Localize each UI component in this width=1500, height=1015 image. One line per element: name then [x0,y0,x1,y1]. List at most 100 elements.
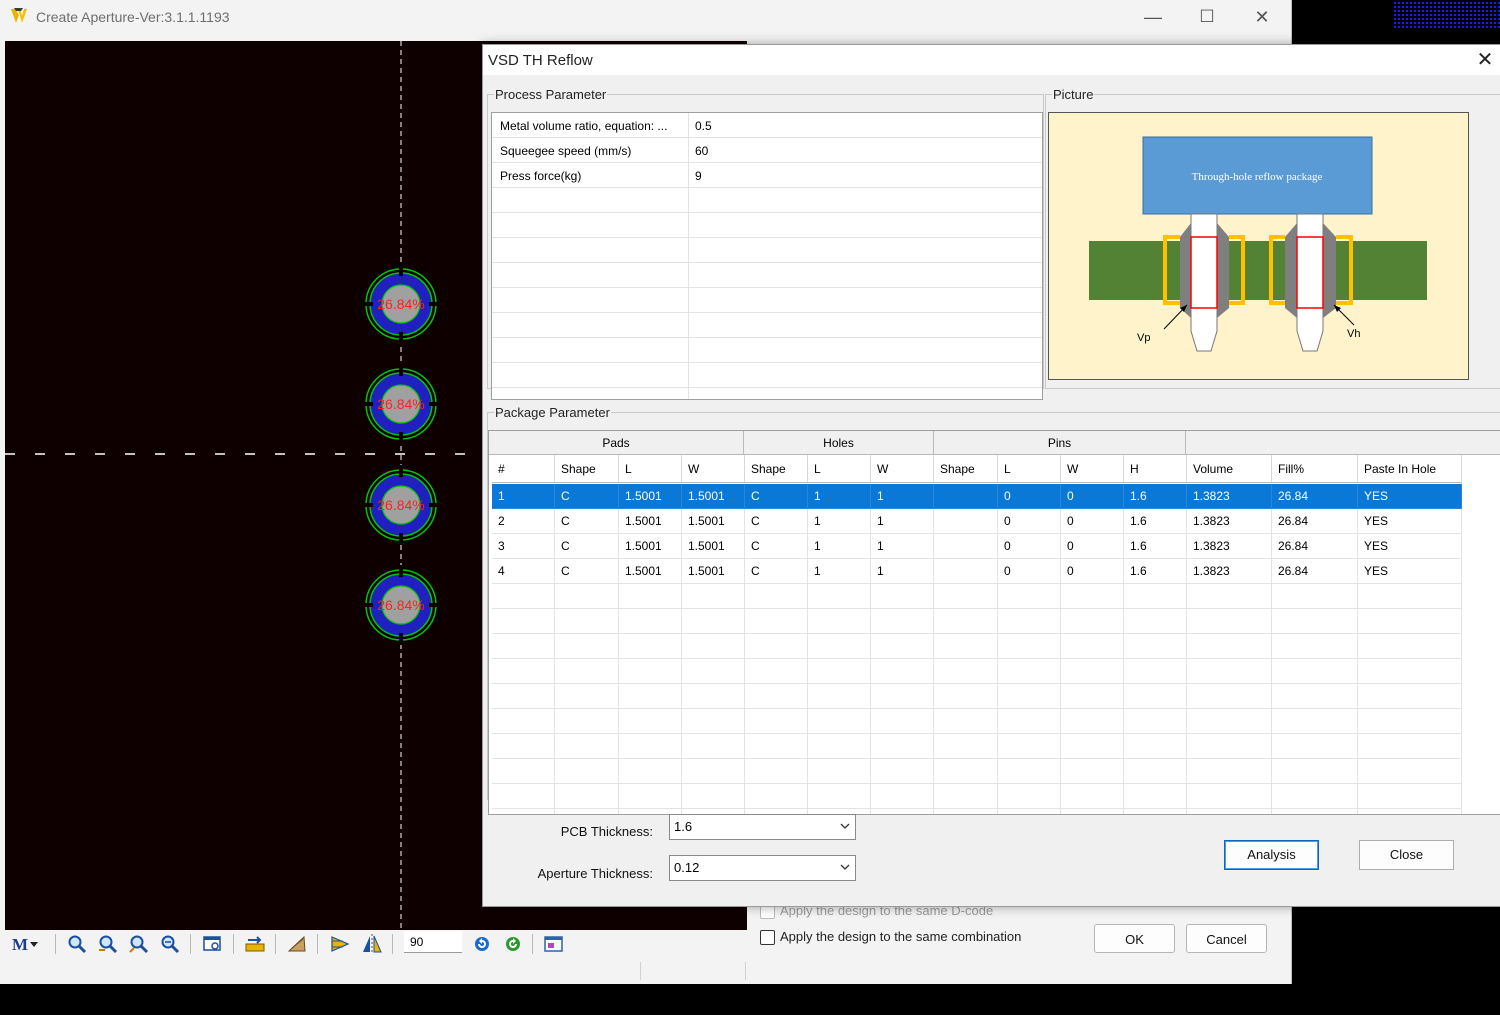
cell-pin-shape[interactable] [934,634,998,659]
cell-pad-w[interactable] [682,709,745,734]
cell-fill-percent[interactable] [1272,759,1358,784]
minimize-button[interactable]: — [1141,6,1165,28]
cell-hole-shape[interactable] [745,634,808,659]
cell-index[interactable]: 4 [492,559,555,584]
cell-hole-w[interactable] [871,584,934,609]
cell-volume[interactable] [1187,759,1272,784]
maximize-button[interactable]: ☐ [1195,6,1219,28]
dialog-close-icon[interactable]: ✕ [1473,48,1497,72]
cell-hole-l[interactable] [808,634,871,659]
layer-window-icon[interactable] [543,934,565,954]
cell-pin-h[interactable] [1124,634,1187,659]
cell-fill-percent[interactable]: 26.84 [1272,484,1358,509]
view-window-icon[interactable] [202,934,224,954]
cell-pad-shape[interactable] [555,734,619,759]
cell-pin-shape[interactable] [934,584,998,609]
empty-row[interactable] [492,734,1462,759]
cell-fill-percent[interactable] [1272,634,1358,659]
empty-row[interactable] [492,659,1462,684]
empty-row[interactable] [492,784,1462,809]
column-header-volume[interactable]: Volume [1187,455,1272,483]
cell-pad-w[interactable] [682,634,745,659]
cell-hole-l[interactable]: 1 [808,559,871,584]
cell-fill-percent[interactable] [1272,684,1358,709]
empty-row[interactable] [492,709,1462,734]
cell-index[interactable]: 1 [492,484,555,509]
cell-pad-shape[interactable] [555,759,619,784]
cell-pin-w[interactable] [1061,584,1124,609]
aperture-pad[interactable]: 26.84% [361,465,441,545]
cell-hole-l[interactable] [808,709,871,734]
cell-index[interactable]: 3 [492,534,555,559]
cell-fill-percent[interactable]: 26.84 [1272,534,1358,559]
cell-hole-shape[interactable]: C [745,509,808,534]
cell-pin-h[interactable]: 1.6 [1124,559,1187,584]
cell-paste-in-hole[interactable] [1358,659,1462,684]
cell-hole-shape[interactable]: C [745,534,808,559]
cell-hole-l[interactable] [808,584,871,609]
cell-pin-l[interactable]: 0 [998,559,1061,584]
cell-hole-l[interactable]: 1 [808,509,871,534]
cell-pin-shape[interactable] [934,509,998,534]
cell-pad-l[interactable]: 1.5001 [619,559,682,584]
cell-hole-l[interactable] [808,609,871,634]
cell-paste-in-hole[interactable] [1358,584,1462,609]
cell-hole-shape[interactable] [745,584,808,609]
measure-icon[interactable] [244,934,266,954]
process-parameter-row[interactable] [492,313,1042,338]
cell-index[interactable] [492,584,555,609]
rotation-angle-input[interactable] [404,931,462,953]
table-row[interactable]: 2 C 1.5001 1.5001 C 1 1 0 0 1.6 1.3823 26.84 YES [492,509,1462,534]
cell-volume[interactable]: 1.3823 [1187,559,1272,584]
cell-pin-w[interactable] [1061,784,1124,809]
cell-index[interactable] [492,609,555,634]
cell-pin-w[interactable]: 0 [1061,534,1124,559]
cell-paste-in-hole[interactable] [1358,709,1462,734]
cell-pin-shape[interactable] [934,659,998,684]
cell-volume[interactable]: 1.3823 [1187,509,1272,534]
cell-paste-in-hole[interactable] [1358,609,1462,634]
zoom-fit-icon[interactable] [159,934,181,954]
cell-index[interactable] [492,634,555,659]
cell-pin-shape[interactable] [934,684,998,709]
cell-pin-l[interactable] [998,684,1061,709]
cell-hole-l[interactable] [808,734,871,759]
cell-hole-l[interactable] [808,684,871,709]
cell-pin-l[interactable] [998,659,1061,684]
cell-index[interactable]: 2 [492,509,555,534]
process-parameter-row[interactable] [492,238,1042,263]
process-parameter-row[interactable]: Press force(kg) 9 [492,163,1042,188]
cell-hole-shape[interactable] [745,684,808,709]
cell-pad-w[interactable]: 1.5001 [682,484,745,509]
cell-pin-w[interactable] [1061,684,1124,709]
table-row[interactable]: 3 C 1.5001 1.5001 C 1 1 0 0 1.6 1.3823 26.84 YES [492,534,1462,559]
cell-pin-h[interactable] [1124,734,1187,759]
cell-pad-l[interactable] [619,634,682,659]
cell-pin-h[interactable]: 1.6 [1124,484,1187,509]
zoom-in-icon[interactable] [97,934,119,954]
close-button[interactable]: Close [1359,840,1454,870]
cell-pad-w[interactable] [682,609,745,634]
cell-index[interactable] [492,759,555,784]
cell-volume[interactable] [1187,659,1272,684]
table-row[interactable]: 1 C 1.5001 1.5001 C 1 1 0 0 1.6 1.3823 26.84 YES [492,484,1462,509]
cell-volume[interactable]: 1.3823 [1187,484,1272,509]
cell-pad-l[interactable] [619,759,682,784]
cell-pad-shape[interactable]: C [555,484,619,509]
cell-pin-h[interactable]: 1.6 [1124,509,1187,534]
cell-pin-l[interactable]: 0 [998,509,1061,534]
column-header-pin-l[interactable]: L [998,455,1061,483]
cell-pad-w[interactable] [682,584,745,609]
cell-pin-shape[interactable] [934,484,998,509]
cell-hole-w[interactable] [871,634,934,659]
cell-hole-l[interactable]: 1 [808,484,871,509]
cell-pad-l[interactable] [619,684,682,709]
empty-row[interactable] [492,609,1462,634]
cell-fill-percent[interactable] [1272,659,1358,684]
column-header-pad-w[interactable]: W [682,455,745,483]
cell-hole-shape[interactable] [745,784,808,809]
cell-pin-l[interactable] [998,584,1061,609]
empty-row[interactable] [492,584,1462,609]
cell-pad-shape[interactable]: C [555,559,619,584]
cell-fill-percent[interactable]: 26.84 [1272,559,1358,584]
